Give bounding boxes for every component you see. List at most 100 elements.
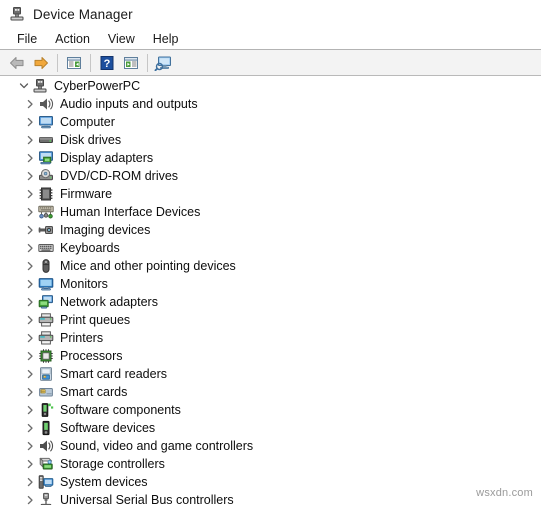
tree-node-label: Display adapters	[60, 151, 154, 165]
chevron-right-icon[interactable]	[22, 275, 38, 293]
toolbar-separator	[90, 53, 91, 72]
optical-drive-icon	[38, 168, 54, 184]
tree-node-label: Mice and other pointing devices	[60, 259, 236, 273]
hid-icon	[38, 204, 54, 220]
chevron-right-icon[interactable]	[22, 167, 38, 185]
properties-button[interactable]	[62, 52, 86, 74]
chevron-right-icon[interactable]	[22, 419, 38, 437]
forward-button[interactable]	[29, 52, 53, 74]
processor-icon	[38, 348, 54, 364]
tree-row[interactable]: Software components	[0, 401, 541, 419]
chevron-right-icon[interactable]	[22, 491, 38, 505]
smart-card-icon	[38, 384, 54, 400]
tree-row[interactable]: Software devices	[0, 419, 541, 437]
watermark: wsxdn.com	[476, 487, 533, 499]
tree-node-label: Printers	[60, 331, 104, 345]
chevron-right-icon[interactable]	[22, 149, 38, 167]
chevron-right-icon[interactable]	[22, 113, 38, 131]
tree-row[interactable]: Display adapters	[0, 149, 541, 167]
chevron-right-icon[interactable]	[22, 347, 38, 365]
scan-hardware-button[interactable]	[152, 52, 176, 74]
tree-node-label: Smart card readers	[60, 367, 167, 381]
show-hidden-button[interactable]	[119, 52, 143, 74]
chevron-right-icon[interactable]	[22, 329, 38, 347]
chevron-right-icon[interactable]	[22, 203, 38, 221]
tree-row[interactable]: Audio inputs and outputs	[0, 95, 541, 113]
sound-controller-icon	[38, 438, 54, 454]
chevron-right-icon[interactable]	[22, 131, 38, 149]
system-device-icon	[38, 474, 54, 490]
device-tree[interactable]: CyberPowerPC Audio inputs and outputs Com…	[0, 77, 541, 505]
tree-row[interactable]: Smart cards	[0, 383, 541, 401]
tree-row[interactable]: System devices	[0, 473, 541, 491]
chevron-down-icon[interactable]	[16, 77, 32, 95]
tree-row[interactable]: Monitors	[0, 275, 541, 293]
computer-tower-icon	[32, 78, 48, 94]
chevron-right-icon[interactable]	[22, 257, 38, 275]
chevron-right-icon[interactable]	[22, 95, 38, 113]
tree-row[interactable]: Universal Serial Bus controllers	[0, 491, 541, 505]
tree-node-label: Monitors	[60, 277, 108, 291]
tree-row[interactable]: Network adapters	[0, 293, 541, 311]
chevron-right-icon[interactable]	[22, 293, 38, 311]
tree-node-label: Network adapters	[60, 295, 158, 309]
menu-bar: File Action View Help	[0, 28, 541, 50]
back-button[interactable]	[5, 52, 29, 74]
chevron-right-icon[interactable]	[22, 455, 38, 473]
tree-row[interactable]: Mice and other pointing devices	[0, 257, 541, 275]
usb-controller-icon	[38, 492, 54, 505]
smart-card-reader-icon	[38, 366, 54, 382]
tree-row[interactable]: Storage controllers	[0, 455, 541, 473]
chevron-right-icon[interactable]	[22, 221, 38, 239]
menu-item-view[interactable]: View	[99, 29, 144, 49]
tree-row[interactable]: Sound, video and game controllers	[0, 437, 541, 455]
mouse-icon	[38, 258, 54, 274]
menu-item-action[interactable]: Action	[46, 29, 99, 49]
chevron-right-icon[interactable]	[22, 311, 38, 329]
tree-node-label: Firmware	[60, 187, 113, 201]
tree-row[interactable]: Smart card readers	[0, 365, 541, 383]
chevron-right-icon[interactable]	[22, 473, 38, 491]
tree-row[interactable]: Firmware	[0, 185, 541, 203]
toolbar-separator	[147, 53, 148, 72]
tree-row[interactable]: Processors	[0, 347, 541, 365]
tree-node-label: Audio inputs and outputs	[60, 97, 198, 111]
tree-row[interactable]: Printers	[0, 329, 541, 347]
printer-icon	[38, 330, 54, 346]
tree-node-label: Universal Serial Bus controllers	[60, 493, 234, 505]
tree-node-label: Storage controllers	[60, 457, 165, 471]
menu-item-help[interactable]: Help	[144, 29, 188, 49]
tree-row[interactable]: Print queues	[0, 311, 541, 329]
menu-item-file[interactable]: File	[8, 29, 46, 49]
chevron-right-icon[interactable]	[22, 437, 38, 455]
chevron-right-icon[interactable]	[22, 185, 38, 203]
tree-row[interactable]: Keyboards	[0, 239, 541, 257]
imaging-device-icon	[38, 222, 54, 238]
tree-node-label: System devices	[60, 475, 148, 489]
tree-row[interactable]: DVD/CD-ROM drives	[0, 167, 541, 185]
chevron-right-icon[interactable]	[22, 239, 38, 257]
tree-row[interactable]: Disk drives	[0, 131, 541, 149]
help-button[interactable]: ?	[95, 52, 119, 74]
svg-text:?: ?	[104, 58, 111, 70]
window-title: Device Manager	[33, 6, 133, 22]
chevron-right-icon[interactable]	[22, 383, 38, 401]
tree-node-label: Software devices	[60, 421, 156, 435]
speaker-icon	[38, 96, 54, 112]
tree-row[interactable]: Imaging devices	[0, 221, 541, 239]
chevron-right-icon[interactable]	[22, 365, 38, 383]
chip-icon	[38, 186, 54, 202]
tree-node-label: Smart cards	[60, 385, 128, 399]
toolbar: ?	[0, 50, 541, 76]
display-adapter-icon	[38, 150, 54, 166]
tree-row[interactable]: Human Interface Devices	[0, 203, 541, 221]
tree-row-root[interactable]: CyberPowerPC	[0, 77, 541, 95]
tree-children: Audio inputs and outputs Computer Disk dri…	[0, 95, 541, 505]
tree-node-label: Sound, video and game controllers	[60, 439, 254, 453]
software-device-icon	[38, 420, 54, 436]
tree-row[interactable]: Computer	[0, 113, 541, 131]
chevron-right-icon[interactable]	[22, 401, 38, 419]
device-manager-icon	[9, 6, 25, 22]
storage-controller-icon	[38, 456, 54, 472]
tree-node-label: Disk drives	[60, 133, 122, 147]
